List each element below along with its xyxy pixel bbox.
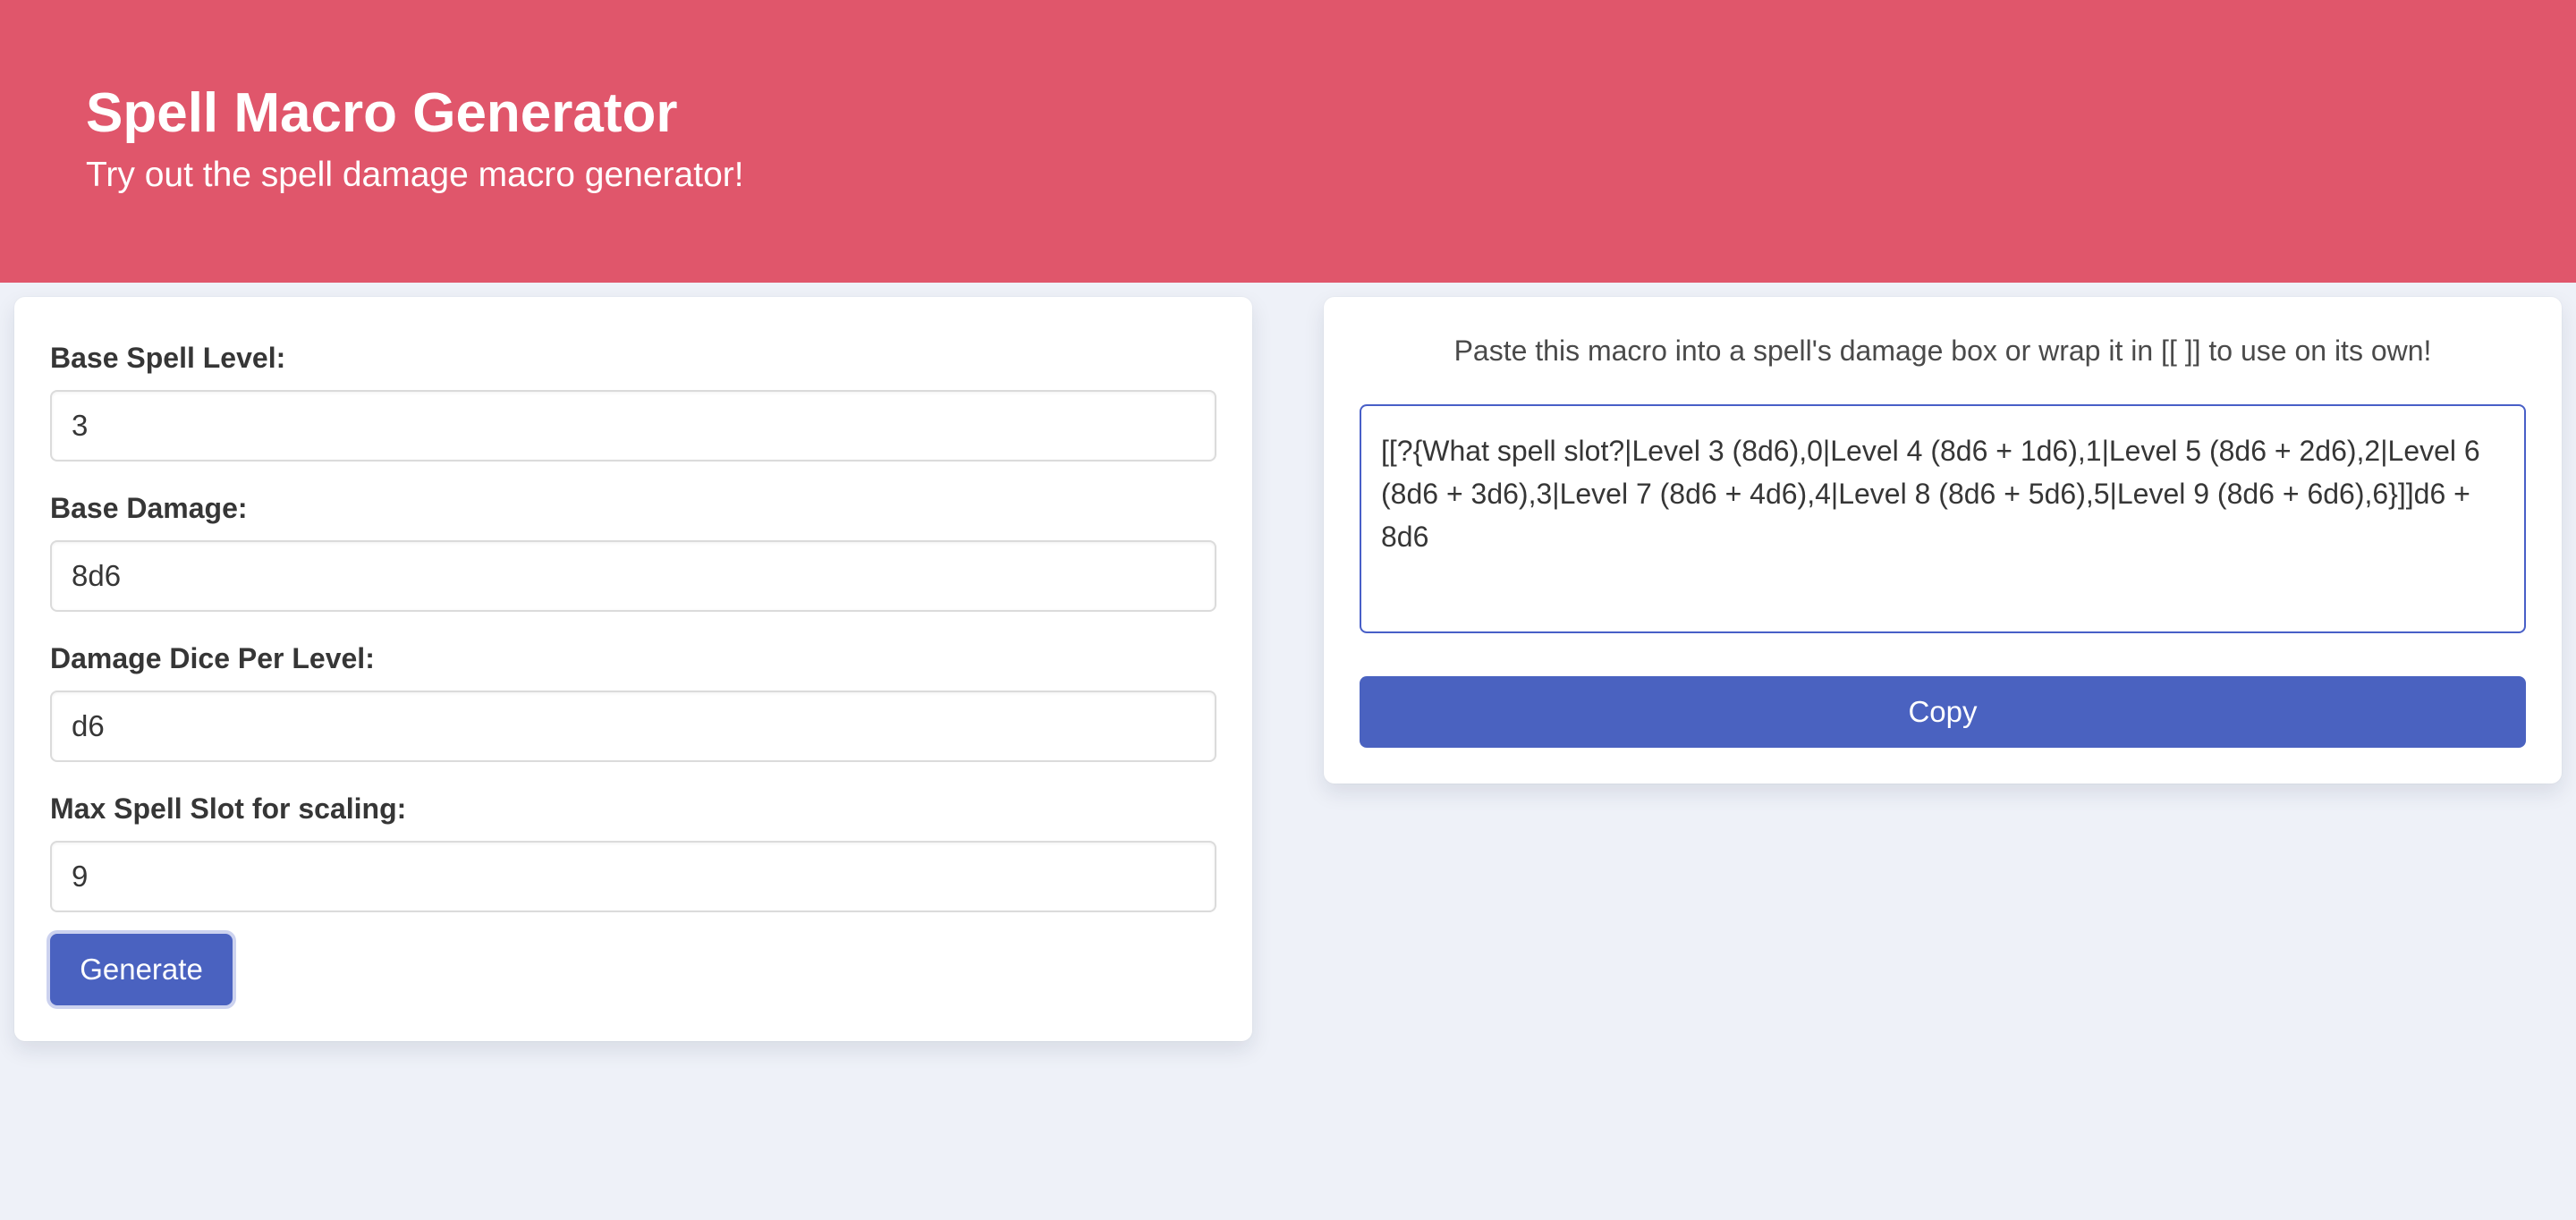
base-damage-input[interactable] bbox=[50, 540, 1216, 612]
max-spell-slot-label: Max Spell Slot for scaling: bbox=[50, 792, 407, 825]
macro-instructions: Paste this macro into a spell's damage b… bbox=[1453, 335, 2432, 367]
macro-output-textarea[interactable]: [[?{What spell slot?|Level 3 (8d6),0|Lev… bbox=[1360, 404, 2526, 633]
base-spell-level-label: Base Spell Level: bbox=[50, 342, 286, 374]
generate-button[interactable]: Generate bbox=[50, 934, 233, 1005]
base-spell-level-input[interactable] bbox=[50, 390, 1216, 462]
page-title: Spell Macro Generator bbox=[86, 82, 678, 144]
macro-output-card: Paste this macro into a spell's damage b… bbox=[1324, 297, 2562, 784]
damage-dice-per-level-label: Damage Dice Per Level: bbox=[50, 642, 375, 674]
copy-button[interactable]: Copy bbox=[1360, 676, 2526, 748]
max-spell-slot-input[interactable] bbox=[50, 841, 1216, 912]
page-subtitle: Try out the spell damage macro generator… bbox=[86, 156, 744, 194]
hero-banner: Spell Macro Generator Try out the spell … bbox=[0, 0, 2576, 283]
generator-form-card: Base Spell Level: Base Damage: Damage Di… bbox=[14, 297, 1252, 1041]
damage-dice-per-level-input[interactable] bbox=[50, 690, 1216, 762]
base-damage-label: Base Damage: bbox=[50, 492, 248, 524]
